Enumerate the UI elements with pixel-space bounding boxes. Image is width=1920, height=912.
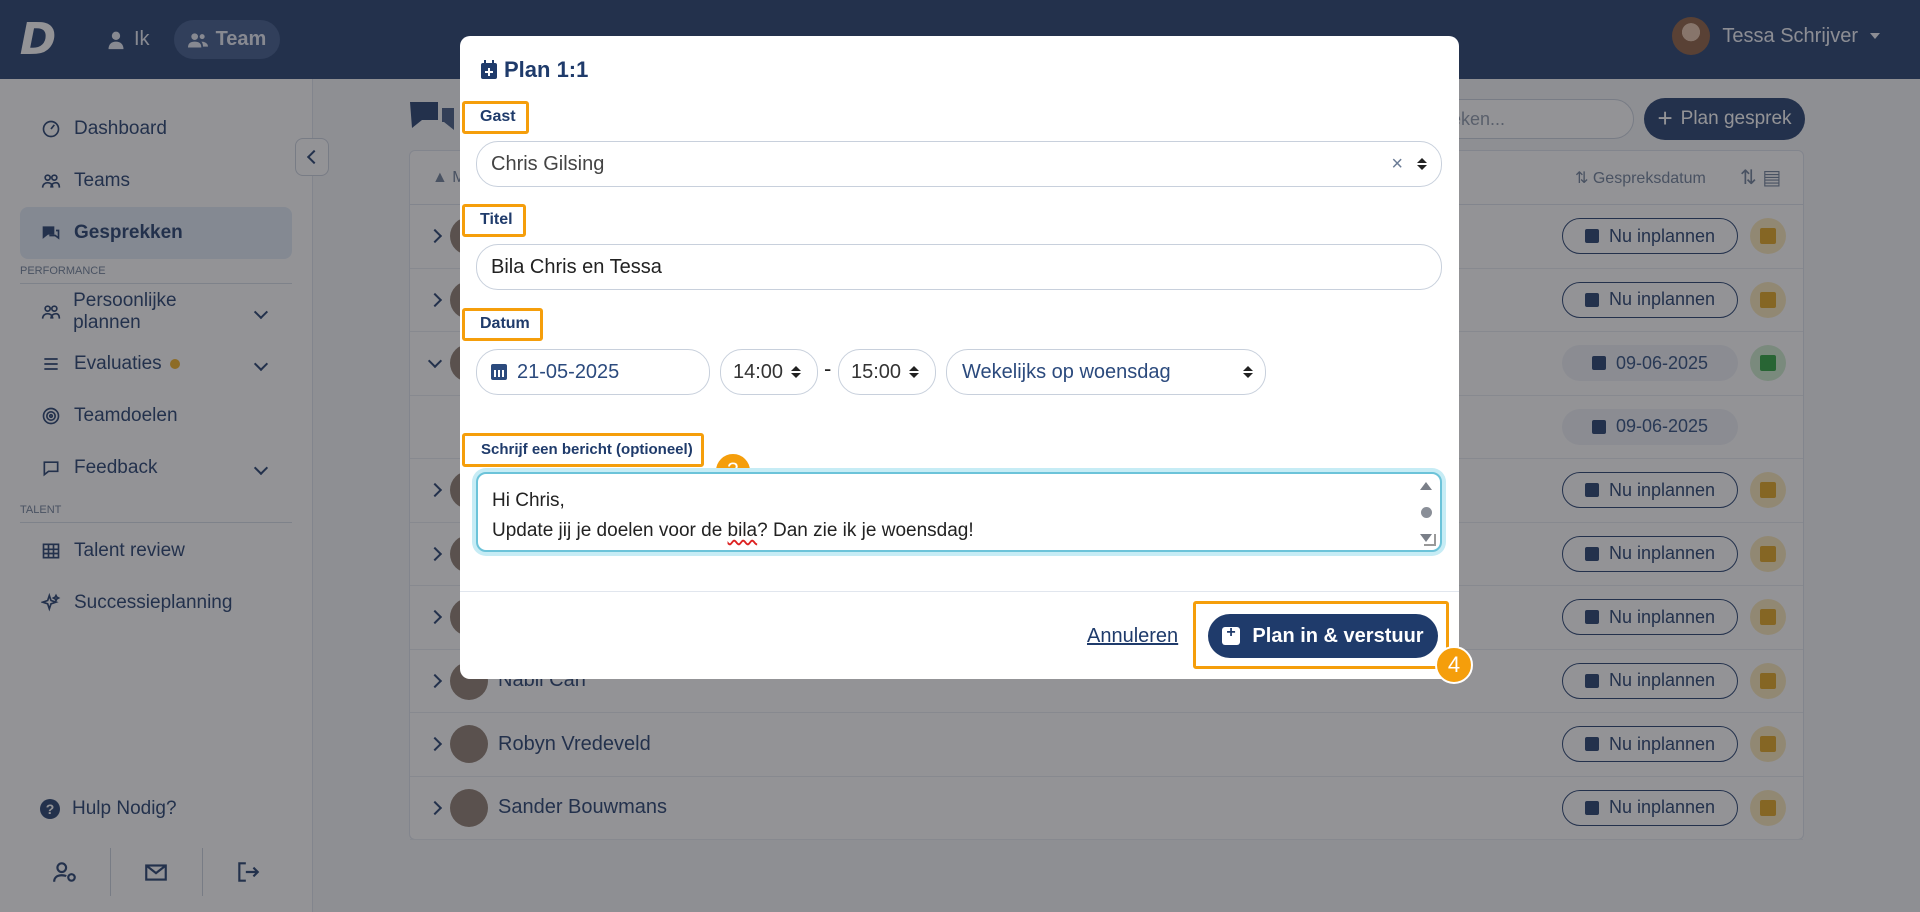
select-arrows-icon [791,366,802,378]
select-arrows-icon [909,366,920,378]
modal-title-text: Plan 1:1 [504,57,589,82]
plan-modal: Plan 1:1 Gast Chris Gilsing × Titel Bila… [460,36,1473,684]
message-label: Schrijf een bericht (optioneel) [462,433,704,467]
time-separator: - [824,356,832,381]
end-time-select[interactable]: 15:00 [838,349,936,395]
resize-handle-icon[interactable] [1424,534,1436,546]
guest-label: Gast [462,101,529,134]
title-input[interactable]: Bila Chris en Tessa [476,244,1442,290]
end-time-value: 15:00 [851,360,902,383]
cancel-button[interactable]: Annuleren [1087,625,1178,648]
calendar-icon [491,364,507,380]
textarea-scrollbar[interactable] [1420,482,1432,542]
message-text: Update jij je doelen voor de [492,520,728,541]
guest-select[interactable]: Chris Gilsing × [476,141,1442,187]
submit-label: Plan in & verstuur [1252,624,1424,647]
select-arrows-icon [1243,366,1253,378]
select-arrows-icon [1417,158,1427,170]
start-time-select[interactable]: 14:00 [720,349,818,395]
recurrence-value: Wekelijks op woensdag [962,360,1171,383]
calendar-plus-icon [1222,624,1241,645]
misspelled-word: bila [727,520,758,541]
message-line-2: Update jij je doelen voor de bila? Dan z… [492,516,1426,546]
title-value: Bila Chris en Tessa [491,255,662,278]
date-value: 21-05-2025 [517,360,620,383]
guest-value: Chris Gilsing [491,152,605,175]
plan-and-send-button[interactable]: Plan in & verstuur [1208,614,1438,658]
message-textarea[interactable]: Hi Chris, Update jij je doelen voor de b… [476,472,1442,552]
modal-footer-divider [460,591,1459,592]
step-badge-4: 4 [1435,646,1473,684]
recurrence-select[interactable]: Wekelijks op woensdag [946,349,1266,395]
message-line-1: Hi Chris, [492,490,565,511]
title-label: Titel [462,204,526,237]
start-time-value: 14:00 [733,360,784,383]
modal-title: Plan 1:1 [480,57,588,83]
submit-highlight: Plan in & verstuur [1193,601,1449,669]
date-label: Datum [462,308,543,341]
clear-icon[interactable]: × [1391,153,1403,176]
date-input[interactable]: 21-05-2025 [476,349,710,395]
calendar-plus-icon [481,60,497,79]
message-text: ? Dan zie ik je woensdag! [757,520,974,541]
